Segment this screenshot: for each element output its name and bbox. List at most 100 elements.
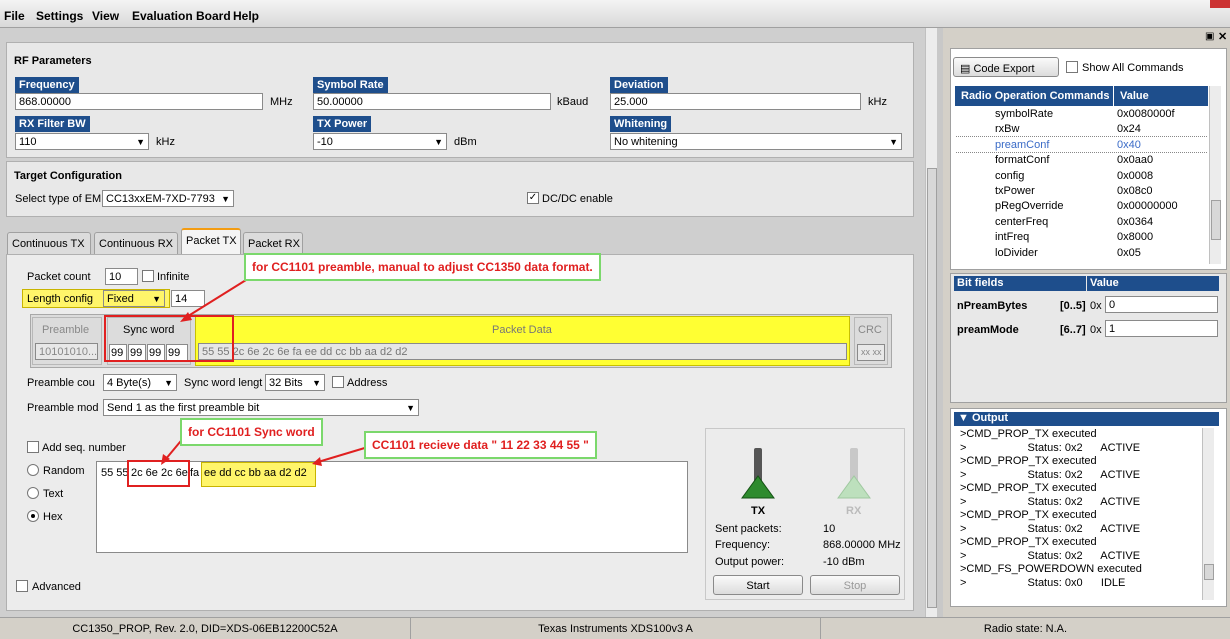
annotation-sync-word: for CC1101 Sync word (180, 418, 323, 446)
bit-value-header: Value (1087, 276, 1219, 291)
bit-field-prefix: 0x (1090, 324, 1102, 336)
em-type-label: Select type of EM (15, 193, 102, 205)
deviation-input[interactable]: 25.000 (610, 93, 861, 110)
stop-button[interactable]: Stop (810, 575, 900, 595)
status-radio: Radio state: N.A. (820, 617, 1230, 639)
address-checkbox[interactable] (332, 376, 344, 388)
menu-evaluation-board[interactable]: Evaluation Board (132, 9, 231, 23)
rx-indicator-label: RX (846, 505, 862, 517)
command-row[interactable]: rxBw 0x24 (955, 121, 1208, 136)
annotation-receive-data: CC1101 recieve data " 11 22 33 44 55 " (364, 431, 597, 459)
random-radio[interactable] (27, 464, 39, 476)
main-vertical-scrollbar[interactable] (925, 28, 937, 617)
window-close-strip[interactable] (1210, 0, 1230, 8)
restore-icon[interactable]: ▣ (1205, 31, 1214, 42)
command-row[interactable]: loDivider 0x05 (955, 245, 1208, 260)
commands-scrollbar[interactable] (1209, 86, 1221, 264)
chevron-down-icon: ▼ (889, 137, 898, 147)
payload-part-c: fa (190, 467, 200, 479)
deviation-unit: kHz (868, 96, 887, 108)
output-scrollbar[interactable] (1202, 428, 1214, 600)
symbol-rate-input[interactable]: 50.00000 (313, 93, 551, 110)
tx-power-select[interactable]: -10 ▼ (313, 133, 447, 150)
output-header: ▼ Output (954, 412, 1219, 426)
bit-field-name: nPreamBytes (957, 300, 1028, 312)
bit-field-input[interactable]: 0 (1105, 296, 1218, 313)
chevron-down-icon: ▼ (221, 194, 230, 204)
output-line: > Status: 0x2 ACTIVE (960, 495, 1141, 508)
show-all-commands-checkbox[interactable] (1066, 61, 1078, 73)
frequency-status-label: Frequency: (715, 539, 771, 551)
rx-filter-select[interactable]: 110 ▼ (15, 133, 149, 150)
payload-part-d: ee dd cc bb aa d2 d2 (204, 467, 307, 479)
length-config-select[interactable]: Fixed ▼ (103, 290, 165, 307)
command-value: 0x0364 (1117, 215, 1154, 228)
start-button[interactable]: Start (713, 575, 803, 595)
command-row[interactable]: preamConf 0x40 (955, 135, 1208, 153)
chevron-down-icon: ▼ (312, 378, 321, 388)
em-type-select[interactable]: CC13xxEM-7XD-7793 ▼ (102, 190, 234, 207)
sync-word-length-select[interactable]: 32 Bits ▼ (265, 374, 325, 391)
collapse-icon[interactable]: ▼ (958, 412, 972, 424)
close-icon[interactable]: ✕ (1218, 30, 1227, 43)
sent-packets-label: Sent packets: (715, 523, 782, 535)
hex-radio[interactable] (27, 510, 39, 522)
bit-field-prefix: 0x (1090, 300, 1102, 312)
output-line: >CMD_PROP_TX executed (960, 455, 1097, 467)
menu-file[interactable]: File (4, 9, 25, 23)
target-config-panel (6, 161, 914, 217)
output-line: >CMD_PROP_TX executed (960, 509, 1097, 521)
tx-power-label: TX Power (313, 116, 372, 132)
code-export-button[interactable]: ▤ Code Export (953, 57, 1059, 77)
tab-continuous-tx[interactable]: Continuous TX (7, 232, 91, 254)
export-icon: ▤ (960, 63, 974, 75)
command-value: 0x0008 (1117, 169, 1154, 182)
command-name: intFreq (995, 231, 1030, 244)
commands-scroll-thumb[interactable] (1211, 200, 1221, 240)
command-row[interactable]: centerFreq 0x0364 (955, 214, 1208, 229)
output-title: Output (971, 412, 1008, 424)
symbol-rate-unit: kBaud (557, 96, 589, 108)
commands-column-header: Radio Operation Commands (955, 86, 1113, 106)
command-row[interactable]: config 0x0008 (955, 168, 1208, 183)
status-probe: Texas Instruments XDS100v3 A (410, 617, 820, 639)
menu-settings[interactable]: Settings (36, 9, 83, 23)
output-line: >CMD_PROP_TX executed (960, 536, 1097, 548)
payload-sync-red-box (127, 460, 190, 487)
command-name: symbolRate (995, 108, 1054, 120)
dcdc-checkbox[interactable]: ✓ (527, 192, 539, 204)
infinite-checkbox[interactable] (142, 270, 154, 282)
command-row[interactable]: symbolRate 0x0080000f (955, 106, 1208, 121)
command-value: 0x8000 (1117, 231, 1154, 244)
seq-number-checkbox[interactable] (27, 441, 39, 453)
bit-field-input[interactable]: 1 (1105, 320, 1218, 337)
output-scroll-thumb[interactable] (1204, 564, 1214, 580)
packet-count-input[interactable]: 10 (105, 268, 138, 285)
tab-packet-rx[interactable]: Packet RX (243, 232, 303, 254)
tx-power-unit: dBm (454, 136, 477, 148)
main-scroll-thumb[interactable] (927, 168, 937, 608)
command-value: 0x0080000f (1117, 108, 1175, 120)
command-row[interactable]: txPower 0x08c0 (955, 183, 1208, 198)
menu-view[interactable]: View (92, 9, 119, 23)
command-row[interactable]: intFreq 0x8000 (955, 229, 1208, 244)
length-input[interactable]: 14 (171, 290, 205, 307)
frequency-input[interactable]: 868.00000 (15, 93, 263, 110)
output-power-label: Output power: (715, 556, 785, 568)
hex-label: Hex (43, 511, 63, 523)
tab-continuous-rx[interactable]: Continuous RX (94, 232, 178, 254)
bit-field-name: preamMode (957, 324, 1019, 336)
output-line: >CMD_PROP_TX executed (960, 482, 1097, 494)
address-label: Address (347, 377, 388, 389)
advanced-checkbox[interactable] (16, 580, 28, 592)
text-radio[interactable] (27, 487, 39, 499)
tab-packet-tx[interactable]: Packet TX (181, 228, 241, 254)
output-power-value: -10 dBm (823, 556, 865, 568)
frequency-label: Frequency (15, 77, 79, 93)
preamble-count-select[interactable]: 4 Byte(s) ▼ (103, 374, 177, 391)
menu-help[interactable]: Help (233, 9, 259, 23)
whitening-select[interactable]: No whitening ▼ (610, 133, 902, 150)
preamble-mode-select[interactable]: Send 1 as the first preamble bit ▼ (103, 399, 419, 416)
command-row[interactable]: pRegOverride 0x00000000 (955, 198, 1208, 213)
command-row[interactable]: formatConf 0x0aa0 (955, 152, 1208, 167)
